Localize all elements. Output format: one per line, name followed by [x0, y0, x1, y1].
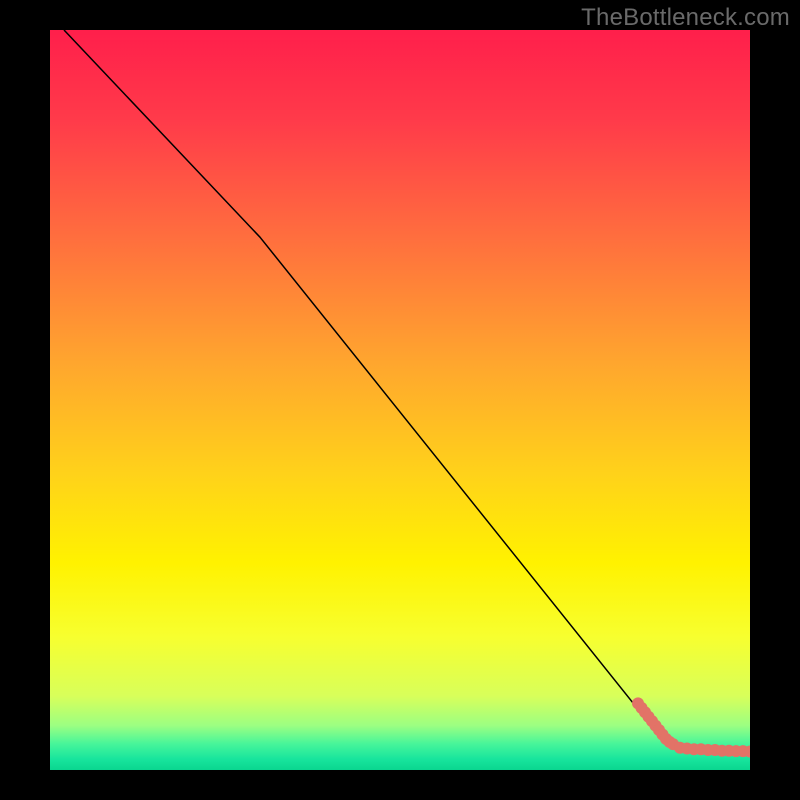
plot-area — [50, 30, 750, 770]
watermark-label: TheBottleneck.com — [581, 4, 790, 32]
chart-frame: TheBottleneck.com — [0, 0, 800, 800]
chart-background — [50, 30, 750, 770]
chart-svg — [50, 30, 750, 770]
